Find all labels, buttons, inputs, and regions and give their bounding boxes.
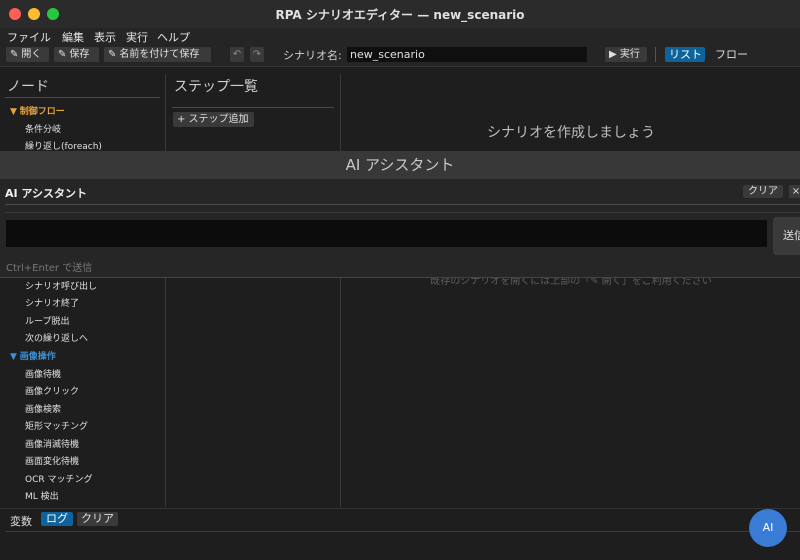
log-divider (5, 531, 800, 532)
ai-title-divider (5, 204, 800, 205)
steps-panel-title: ステップ一覧 (174, 79, 258, 95)
main-canvas: シナリオを作成しましょう 既存のシナリオを開くには上部の「✎ 開く」をご利用くだ… (342, 74, 800, 507)
redo-button[interactable]: ↷ (250, 47, 264, 62)
expand-arrow-icon: ▼ (10, 107, 17, 117)
node-item[interactable]: 矩形マッチング (25, 419, 88, 432)
ai-prompt-input[interactable] (6, 220, 767, 247)
ai-input-hint: Ctrl+Enter で送信 (6, 263, 93, 274)
ai-assistant-button[interactable]: AI (749, 509, 787, 547)
node-item[interactable]: 画像検索 (25, 402, 61, 415)
scenario-name-label: シナリオ名: (283, 49, 342, 62)
tab-log[interactable]: ログ (41, 512, 73, 526)
menu-help[interactable]: ヘルプ (157, 29, 190, 45)
expand-arrow-icon: ▼ (10, 352, 17, 362)
menu-bar: ファイル 編集 表示 実行 ヘルプ (0, 28, 800, 44)
node-item[interactable]: ML 検出 (25, 489, 59, 502)
ai-clear-button[interactable]: クリア (743, 185, 783, 198)
ai-panel-title: AI アシスタント (5, 187, 87, 200)
category-label: 制御フロー (19, 107, 65, 117)
menu-file[interactable]: ファイル (7, 29, 51, 45)
menu-view[interactable]: 表示 (94, 29, 116, 45)
window-title: RPA シナリオエディター — new_scenario (275, 8, 525, 22)
nodes-panel-title: ノード (7, 79, 49, 95)
steps-title-divider (172, 107, 334, 108)
save-as-icon: ✎ (108, 49, 117, 60)
main-heading: シナリオを作成しましょう (487, 125, 655, 141)
save-label: 保存 (69, 49, 90, 60)
save-as-button[interactable]: ✎ 名前を付けて保存 (104, 47, 211, 62)
ai-assistant-dialog: AI アシスタント クリア × 送信 Ctrl+Enter で送信 (0, 179, 800, 278)
view-list-toggle[interactable]: リスト (665, 47, 705, 62)
steps-panel: ステップ一覧 + ステップ追加 (167, 74, 341, 507)
node-item[interactable]: 画像消滅待機 (25, 437, 79, 450)
open-button[interactable]: ✎ 開く (6, 47, 49, 62)
menu-run[interactable]: 実行 (126, 29, 148, 45)
undo-button[interactable]: ↶ (230, 47, 244, 62)
open-icon: ✎ (10, 49, 19, 60)
menu-edit[interactable]: 編集 (62, 29, 84, 45)
add-step-button[interactable]: + ステップ追加 (173, 112, 254, 127)
ai-send-button[interactable]: 送信 (773, 217, 800, 255)
node-item[interactable]: 条件分岐 (25, 122, 61, 135)
node-item[interactable]: シナリオ呼び出し (25, 279, 97, 292)
save-button[interactable]: ✎ 保存 (54, 47, 99, 62)
ai-close-icon[interactable]: × (789, 185, 800, 198)
scenario-name-input[interactable]: new_scenario (347, 47, 587, 62)
category-image-ops[interactable]: ▼ 画像操作 (10, 349, 56, 362)
view-flow-toggle[interactable]: フロー (715, 47, 748, 62)
node-item[interactable]: 画像クリック (25, 384, 79, 397)
node-item[interactable]: 画面変化待機 (25, 454, 79, 467)
node-item[interactable]: 次の繰り返しへ (25, 331, 88, 344)
save-as-label: 名前を付けて保存 (119, 49, 200, 60)
node-item[interactable]: シナリオ終了 (25, 296, 79, 309)
category-label: 画像操作 (19, 352, 56, 362)
bottom-bar: 変数 ログ クリア AI (0, 508, 800, 560)
tab-variables[interactable]: 変数 (10, 513, 32, 529)
node-item[interactable]: OCR マッチング (25, 472, 92, 485)
node-item[interactable]: 画像待機 (25, 367, 61, 380)
save-icon: ✎ (58, 49, 67, 60)
category-control-flow[interactable]: ▼ 制御フロー (10, 104, 65, 117)
open-label: 開く (21, 49, 42, 60)
ai-divider (5, 212, 800, 213)
toolbar: ✎ 開く ✎ 保存 ✎ 名前を付けて保存 ↶ ↷ シナリオ名: new_scenari… (0, 44, 800, 67)
nodes-title-divider (5, 97, 160, 98)
title-bar: RPA シナリオエディター — new_scenario (0, 0, 800, 28)
clear-log-button[interactable]: クリア (77, 512, 118, 526)
node-item[interactable]: ループ脱出 (25, 314, 69, 327)
ai-dialog-titlebar[interactable]: AI アシスタント (0, 151, 800, 179)
toolbar-divider (655, 47, 656, 62)
nodes-panel: ノード ▼ 制御フロー 条件分岐 繰り返し(foreach) シナリオ呼び出し … (0, 74, 166, 507)
run-button[interactable]: ▶ 実行 (605, 47, 647, 62)
